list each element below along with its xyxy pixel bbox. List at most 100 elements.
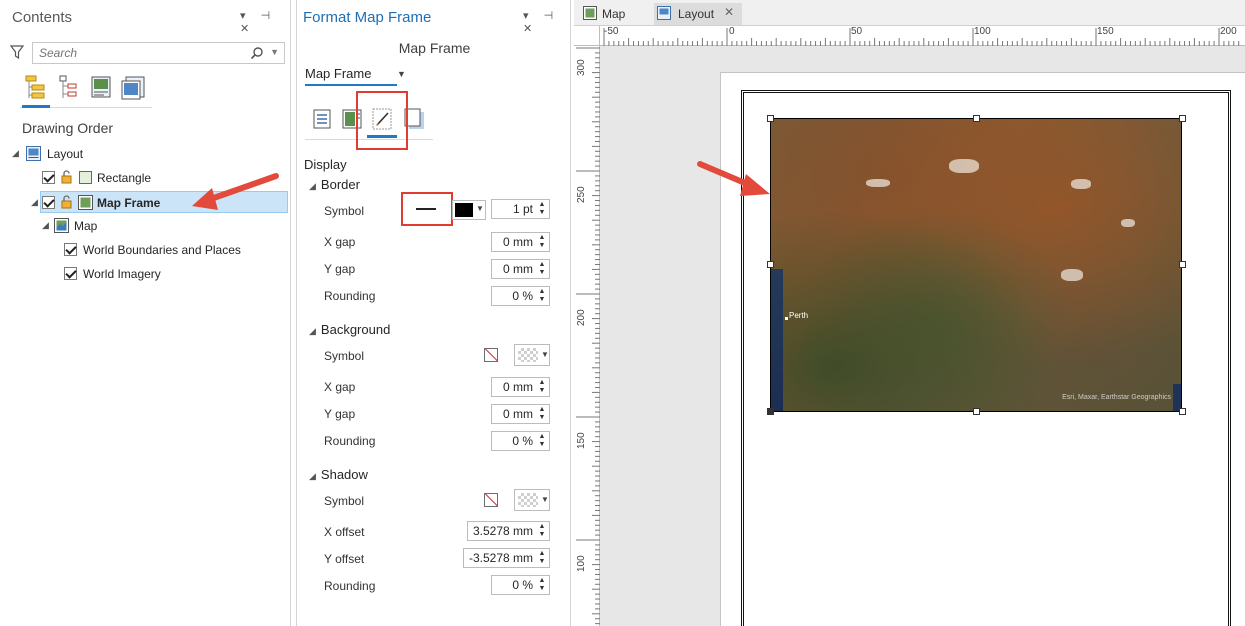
tree-label-map-frame: Map Frame: [97, 196, 161, 210]
map-frame-icon: [78, 195, 93, 210]
format-pane-controls[interactable]: ▾ ⊣ ✕: [523, 9, 570, 35]
border-y-gap-label: Y gap: [324, 262, 356, 276]
format-pane-subtitle: Map Frame: [398, 40, 471, 56]
chevron-down-icon[interactable]: ▼: [397, 69, 406, 79]
lock-icon[interactable]: [60, 170, 74, 184]
visibility-checkbox[interactable]: [64, 243, 77, 256]
spin-arrows-icon[interactable]: ▲ ▼: [537, 379, 547, 395]
ruler-corner: [574, 26, 600, 46]
background-x-gap-label: X gap: [324, 380, 356, 394]
search-options-chevron-icon[interactable]: ▼: [270, 47, 279, 57]
horizontal-ruler[interactable]: -50 0 50 100 150 200: [600, 26, 1245, 46]
no-fill-symbol-icon[interactable]: [484, 493, 498, 507]
shadow-group-header[interactable]: ◢ Shadow: [309, 467, 368, 482]
tree-item-map[interactable]: ◢ Map: [0, 215, 288, 237]
shadow-rounding-stepper[interactable]: ▲▼: [491, 575, 550, 595]
element-select-dropdown[interactable]: Map Frame ▼: [305, 66, 406, 86]
shadow-y-offset-input[interactable]: [464, 549, 537, 567]
chevron-down-icon[interactable]: ▼: [541, 350, 549, 359]
shadow-x-offset-label: X offset: [324, 525, 365, 539]
search-box[interactable]: ▼: [32, 42, 285, 64]
tree-item-world-imagery[interactable]: World Imagery: [0, 263, 288, 285]
resize-handle[interactable]: [1179, 408, 1186, 415]
tab-map[interactable]: Map: [580, 3, 642, 25]
resize-handle[interactable]: [973, 115, 980, 122]
map-frame[interactable]: Perth Esri, Maxar, Earthstar Geographics: [770, 118, 1182, 412]
close-icon[interactable]: ✕: [724, 5, 734, 19]
tree-label-world-boundaries: World Boundaries and Places: [83, 243, 241, 257]
visibility-checkbox[interactable]: [42, 196, 55, 209]
list-by-drawing-order-icon[interactable]: [20, 72, 52, 108]
chevron-down-icon[interactable]: ▼: [476, 204, 484, 213]
contents-pane-controls[interactable]: ▾ ⊣ ✕: [240, 9, 290, 35]
border-x-gap-stepper[interactable]: ▲▼: [491, 232, 550, 252]
anchor-handle[interactable]: [767, 408, 774, 415]
spin-arrows-icon[interactable]: ▲ ▼: [537, 577, 547, 593]
shadow-color-picker[interactable]: ▼: [514, 489, 550, 511]
salt-lake: [949, 159, 979, 173]
collapse-chevron-icon[interactable]: ◢: [309, 471, 316, 481]
background-group-header[interactable]: ◢ Background: [309, 322, 390, 337]
border-group-header[interactable]: ◢ Border: [309, 177, 360, 192]
spin-arrows-icon[interactable]: ▲ ▼: [537, 261, 547, 277]
element-select-value: Map Frame: [305, 66, 372, 81]
collapse-chevron-icon[interactable]: ◢: [42, 220, 49, 231]
spin-arrows-icon[interactable]: ▲ ▼: [537, 406, 547, 422]
resize-handle[interactable]: [1179, 115, 1186, 122]
border-x-gap-input[interactable]: [492, 233, 537, 251]
spin-arrows-icon[interactable]: ▲ ▼: [537, 288, 547, 304]
visibility-checkbox[interactable]: [42, 171, 55, 184]
collapse-chevron-icon[interactable]: ◢: [12, 148, 19, 159]
border-rounding-input[interactable]: [492, 287, 537, 305]
background-color-picker[interactable]: ▼: [514, 344, 550, 366]
shadow-y-offset-stepper[interactable]: ▲▼: [463, 548, 550, 568]
resize-handle[interactable]: [767, 115, 774, 122]
background-group-label: Background: [320, 322, 391, 337]
border-weight-input[interactable]: [492, 200, 537, 218]
tree-item-world-boundaries[interactable]: World Boundaries and Places: [0, 239, 288, 261]
shadow-x-offset-stepper[interactable]: ▲▼: [467, 521, 550, 541]
resize-handle[interactable]: [973, 408, 980, 415]
tree-label-world-imagery: World Imagery: [83, 267, 161, 281]
search-input[interactable]: [33, 43, 243, 63]
layout-canvas[interactable]: Perth Esri, Maxar, Earthstar Geographics: [601, 47, 1245, 626]
visibility-checkbox[interactable]: [64, 267, 77, 280]
background-rounding-stepper[interactable]: ▲▼: [491, 431, 550, 451]
resize-handle[interactable]: [767, 261, 774, 268]
lock-icon[interactable]: [60, 195, 74, 209]
chevron-down-icon[interactable]: ▼: [541, 495, 549, 504]
resize-handle[interactable]: [1179, 261, 1186, 268]
background-rounding-input[interactable]: [492, 432, 537, 450]
shadow-x-offset-input[interactable]: [468, 522, 537, 540]
background-y-gap-stepper[interactable]: ▲▼: [491, 404, 550, 424]
search-icon[interactable]: [250, 46, 264, 60]
background-x-gap-input[interactable]: [492, 378, 537, 396]
vertical-ruler[interactable]: 300 250 200 150 100: [574, 46, 600, 626]
background-y-gap-input[interactable]: [492, 405, 537, 423]
spin-arrows-icon[interactable]: ▲ ▼: [537, 523, 547, 539]
border-y-gap-stepper[interactable]: ▲▼: [491, 259, 550, 279]
spin-arrows-icon[interactable]: ▲ ▼: [537, 234, 547, 250]
spin-arrows-icon[interactable]: ▲ ▼: [537, 201, 547, 217]
list-by-labeling-icon[interactable]: [118, 72, 150, 104]
list-by-snapping-icon[interactable]: [86, 72, 118, 104]
border-y-gap-input[interactable]: [492, 260, 537, 278]
border-color-picker[interactable]: ▼: [452, 200, 486, 220]
city-marker: [785, 317, 788, 320]
background-x-gap-stepper[interactable]: ▲▼: [491, 377, 550, 397]
tree-item-layout[interactable]: ◢ Layout: [0, 143, 288, 165]
tab-layout[interactable]: Layout ✕: [654, 3, 742, 25]
collapse-chevron-icon[interactable]: ◢: [309, 181, 316, 191]
annotation-arrow-icon: [697, 161, 770, 196]
collapse-chevron-icon[interactable]: ◢: [31, 197, 38, 208]
spin-arrows-icon[interactable]: ▲ ▼: [537, 433, 547, 449]
collapse-chevron-icon[interactable]: ◢: [309, 326, 316, 336]
shadow-rounding-input[interactable]: [492, 576, 537, 594]
spin-arrows-icon[interactable]: ▲ ▼: [537, 550, 547, 566]
options-icon[interactable]: [309, 106, 335, 132]
border-weight-stepper[interactable]: ▲▼: [491, 199, 550, 219]
no-fill-symbol-icon[interactable]: [484, 348, 498, 362]
list-by-selection-icon[interactable]: [54, 72, 86, 104]
filter-icon[interactable]: [10, 44, 24, 60]
border-rounding-stepper[interactable]: ▲▼: [491, 286, 550, 306]
